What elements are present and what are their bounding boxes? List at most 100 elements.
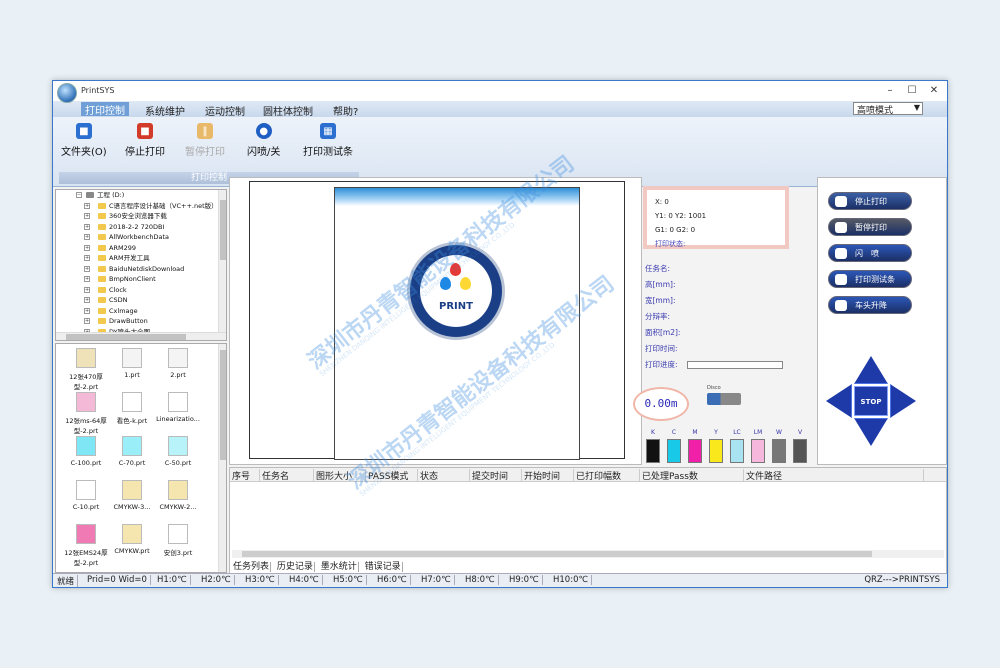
files-vscroll[interactable] xyxy=(218,344,226,572)
file-item[interactable]: 12张EMS24厚型-2.prt xyxy=(62,524,110,567)
column-header[interactable]: 提交时间 xyxy=(470,469,522,482)
file-item[interactable]: Linearizatio... xyxy=(154,392,202,423)
app-logo-icon[interactable] xyxy=(57,83,77,103)
file-item[interactable]: CMYKW-3... xyxy=(108,480,156,511)
canvas-frame: PRINT xyxy=(249,181,625,460)
printsys-window: PrintSYS – ☐ ✕ 打印控制 系统维护 运动控制 圆柱体控制 帮助? … xyxy=(52,80,948,588)
tree-item[interactable]: + AllWorkbenchData xyxy=(56,232,226,243)
panel-button-1[interactable]: 暂停打印 xyxy=(828,218,912,236)
tree-item[interactable]: +360安全浏览器下载 xyxy=(56,211,226,222)
folder-button[interactable]: ■ 文件夹(O) xyxy=(61,123,107,158)
file-thumbnails[interactable]: 12张470厚型-2.prt 1.prt 2.prt 12张ms-64厚型-2.prt… xyxy=(55,343,227,573)
tree-item[interactable]: + Cxlmage xyxy=(56,306,226,317)
down-arrow-button[interactable] xyxy=(854,418,888,446)
panel-button-0[interactable]: 停止打印 xyxy=(828,192,912,210)
expand-icon[interactable]: + xyxy=(84,213,90,219)
preview-page[interactable]: PRINT xyxy=(334,187,580,460)
tree-item[interactable]: + BaiduNetdiskDownload xyxy=(56,264,226,275)
close-button[interactable]: ✕ xyxy=(923,85,945,96)
expand-icon[interactable]: + xyxy=(84,223,90,230)
ink-swatch xyxy=(793,439,807,463)
tree-item[interactable]: + C语言程序设计基础（VC++.net版）1 xyxy=(56,201,226,212)
tab-ink-stats[interactable]: 墨水统计 xyxy=(319,562,359,572)
tree-item[interactable]: + CSDN xyxy=(56,295,226,306)
tree-hscroll[interactable] xyxy=(56,332,226,340)
menu-motion-control[interactable]: 运动控制 xyxy=(205,103,245,118)
column-header[interactable]: 序号 xyxy=(230,469,260,482)
stop-button[interactable]: STOP xyxy=(854,386,888,416)
folder-icon xyxy=(98,255,106,261)
file-item[interactable]: C-70.prt xyxy=(108,436,156,467)
expand-icon[interactable]: + xyxy=(84,286,90,293)
file-item[interactable]: 1.prt xyxy=(108,348,156,379)
file-item[interactable]: CMYKW.prt xyxy=(108,524,156,555)
expand-icon[interactable]: + xyxy=(84,318,90,324)
expand-icon[interactable]: + xyxy=(84,244,90,251)
panel-button-3[interactable]: 打印测试条 xyxy=(828,270,912,288)
panel-button-2[interactable]: 闪 喷 xyxy=(828,244,912,262)
collapse-icon[interactable]: − xyxy=(76,192,82,198)
panel-button-4[interactable]: 车头升降 xyxy=(828,296,912,314)
right-arrow-button[interactable] xyxy=(890,384,916,418)
tree-vscroll[interactable] xyxy=(218,190,226,340)
folder-icon xyxy=(98,297,106,303)
pause-print-label: 暂停打印 xyxy=(185,147,225,158)
pause-print-button[interactable]: ‖ 暂停打印 xyxy=(185,123,225,158)
prop-width: 宽[mm]: xyxy=(645,296,676,305)
tree-item[interactable]: + DrawButton xyxy=(56,316,226,327)
column-header[interactable]: 已处理Pass数 xyxy=(640,469,744,482)
expand-icon[interactable]: + xyxy=(84,265,90,272)
file-item[interactable]: C-10.prt xyxy=(62,480,110,511)
column-header[interactable]: 开始时间 xyxy=(522,469,574,482)
menu-help[interactable]: 帮助? xyxy=(333,103,358,118)
column-header[interactable]: 文件路径 xyxy=(744,469,924,482)
file-item[interactable]: 安创3.prt xyxy=(154,524,202,557)
file-thumbnail xyxy=(168,436,188,456)
flash-spray-button[interactable]: ● 闪喷/关 xyxy=(247,123,280,158)
title-bar: PrintSYS – ☐ ✕ xyxy=(53,81,947,103)
stop-print-button[interactable]: ■ 停止打印 xyxy=(125,123,165,158)
tree-item[interactable]: + Clock xyxy=(56,285,226,296)
expand-icon[interactable]: + xyxy=(84,276,90,282)
mode-select[interactable]: 高喷模式 ▼ xyxy=(853,102,923,116)
tab-error-log[interactable]: 错误记录 xyxy=(363,562,403,572)
file-item[interactable]: 看色-k.prt xyxy=(108,392,156,425)
file-item[interactable]: C-50.prt xyxy=(154,436,202,467)
tree-item[interactable]: + ARM299 xyxy=(56,243,226,254)
tree-item[interactable]: + BmpNonClient xyxy=(56,274,226,285)
column-header[interactable]: 任务名 xyxy=(260,469,314,482)
print-test-strip-button[interactable]: ▦ 打印测试条 xyxy=(303,123,353,158)
expand-icon[interactable]: + xyxy=(84,297,90,303)
tree-root[interactable]: − 工程 (D:) xyxy=(56,190,226,201)
maximize-button[interactable]: ☐ xyxy=(901,85,923,96)
folder-tree[interactable]: − 工程 (D:) + C语言程序设计基础（VC++.net版）1 +360安全浏览… xyxy=(55,189,227,341)
left-arrow-button[interactable] xyxy=(826,384,852,418)
menu-cylinder-control[interactable]: 圆柱体控制 xyxy=(263,103,313,118)
column-header[interactable]: 图形大小 xyxy=(314,469,366,482)
minimize-button[interactable]: – xyxy=(879,85,901,96)
tree-item[interactable]: + ARM开发工具 xyxy=(56,253,226,264)
file-item[interactable]: 2.prt xyxy=(154,348,202,379)
tree-item[interactable]: +2018-2-2 720DBI xyxy=(56,222,226,233)
menu-print-control[interactable]: 打印控制 xyxy=(81,102,129,117)
job-properties: 任务名: 高[mm]: 宽[mm]: 分辩率: 面积[m2]: 打印时间: 打印… xyxy=(645,261,680,373)
file-item[interactable]: 12张ms-64厚型-2.prt xyxy=(62,392,110,435)
tab-history[interactable]: 历史记录 xyxy=(275,562,315,572)
column-header[interactable]: PASS模式 xyxy=(366,469,418,482)
expand-icon[interactable]: + xyxy=(84,202,90,209)
column-header[interactable]: 状态 xyxy=(418,469,470,482)
tab-task-list[interactable]: 任务列表 xyxy=(232,562,272,572)
file-item[interactable]: CMYKW-2... xyxy=(154,480,202,511)
expand-icon[interactable]: + xyxy=(84,255,90,261)
menu-system-maintenance[interactable]: 系统维护 xyxy=(145,103,185,118)
up-arrow-button[interactable] xyxy=(854,356,888,384)
file-item[interactable]: 12张470厚型-2.prt xyxy=(62,348,110,391)
task-hscroll[interactable] xyxy=(232,550,944,558)
column-header[interactable]: 已打印幅数 xyxy=(574,469,640,482)
expand-icon[interactable]: + xyxy=(84,234,90,240)
ink-level-k: K xyxy=(645,429,661,463)
file-item[interactable]: C-100.prt xyxy=(62,436,110,467)
file-thumbnail xyxy=(122,436,142,456)
status-field: H2:0℃ xyxy=(201,575,235,585)
expand-icon[interactable]: + xyxy=(84,307,90,314)
